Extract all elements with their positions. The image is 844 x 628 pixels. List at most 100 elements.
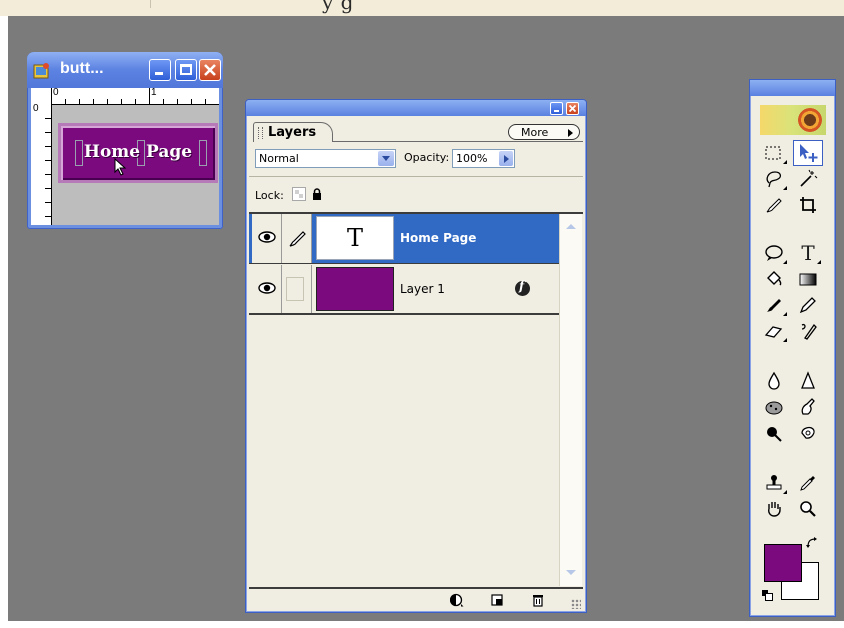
home-page-button-artwork[interactable]: Home Page [58, 123, 218, 183]
ruler-tick [45, 216, 51, 217]
adjustment-layer-icon[interactable] [450, 593, 464, 607]
layers-bottom-toolbar [249, 587, 583, 611]
marquee-tool[interactable] [759, 140, 789, 166]
lock-transparency-checkbox[interactable] [292, 187, 306, 201]
layer-thumbnail-purple [316, 267, 394, 311]
eyedropper-tool[interactable] [793, 470, 823, 496]
eraser-tool[interactable] [759, 318, 789, 344]
opacity-label: Opacity: [404, 151, 450, 164]
close-icon [204, 64, 216, 76]
tab-baseline [333, 141, 583, 142]
move-tool[interactable] [793, 140, 823, 166]
layers-palette[interactable]: Layers More Normal Opacity: 100% Lock: T… [245, 99, 587, 613]
ruler-tick [65, 99, 66, 104]
top-separator [150, 0, 151, 8]
zoom-tool[interactable] [793, 496, 823, 522]
hand-icon [768, 502, 781, 517]
layer-name[interactable]: Home Page [400, 231, 476, 245]
document-canvas-area[interactable]: 0 1 0 Home Page [31, 87, 219, 225]
pencil-tool[interactable] [793, 292, 823, 318]
burn-tool[interactable] [759, 420, 789, 446]
lock-label: Lock: [255, 189, 284, 202]
gradient-tool[interactable] [793, 266, 823, 292]
foreground-color-swatch[interactable] [764, 544, 802, 582]
history-brush-tool[interactable] [793, 318, 823, 344]
sharpen-tool[interactable] [793, 368, 823, 394]
chevron-down-icon[interactable] [378, 151, 394, 166]
ruler-tick [51, 88, 52, 104]
ruler-tick [93, 99, 94, 104]
speech-shape-icon [765, 245, 783, 261]
horizontal-ruler[interactable]: 0 1 [51, 87, 219, 105]
swap-colors-icon[interactable] [806, 537, 818, 549]
layer-link-toggle[interactable] [282, 265, 312, 313]
toolbox-palette[interactable]: T [749, 79, 836, 617]
layer-brush-link-toggle[interactable] [282, 214, 312, 263]
brush-tool[interactable] [759, 292, 789, 318]
lasso-icon [766, 171, 782, 188]
scroll-down-arrow-icon[interactable] [563, 566, 579, 580]
default-colors-icon[interactable] [762, 590, 773, 601]
ruler-tick [135, 99, 136, 104]
layer-effects-icon[interactable] [515, 279, 530, 296]
trash-icon[interactable] [531, 593, 545, 607]
sharpen-icon [801, 371, 815, 389]
palette-minimize-button[interactable] [550, 102, 563, 115]
vertical-ruler[interactable]: 0 [31, 103, 52, 225]
corner-triangle-icon [783, 312, 787, 316]
finger-icon [801, 398, 815, 415]
artboard[interactable]: Home Page [52, 105, 219, 225]
lasso-tool[interactable] [759, 166, 789, 192]
document-window[interactable]: butt... 0 1 0 Home Page [27, 52, 223, 229]
healing-brush-tool[interactable] [759, 192, 789, 218]
shape-tool[interactable] [759, 240, 789, 266]
water-drop-icon [768, 371, 780, 390]
photoshop-logo-icon[interactable] [760, 105, 826, 135]
document-title-bar[interactable]: butt... [27, 52, 223, 88]
type-tool[interactable]: T [793, 240, 823, 266]
ruler-tick [121, 99, 122, 104]
tab-layers-label: Layers [268, 125, 317, 140]
more-options-button[interactable]: More [508, 124, 580, 140]
empty-link-box [286, 277, 304, 301]
new-layer-icon[interactable] [490, 593, 504, 607]
ruler-tick [163, 99, 164, 104]
sponge-tool[interactable] [759, 394, 789, 420]
maximize-button[interactable] [175, 59, 197, 81]
blend-mode-select[interactable]: Normal [255, 149, 396, 168]
magic-wand-tool[interactable] [793, 166, 823, 192]
layer-row-layer-1[interactable]: Layer 1 [249, 265, 559, 315]
layers-scrollbar[interactable] [559, 214, 582, 586]
layer-row-home-page[interactable]: T Home Page [249, 214, 559, 264]
minimize-button[interactable] [149, 59, 171, 81]
ruler-tick [45, 132, 51, 133]
palette-close-button[interactable] [566, 102, 579, 115]
close-button[interactable] [199, 59, 221, 81]
crop-tool[interactable] [793, 192, 823, 218]
hand-tool[interactable] [759, 496, 789, 522]
ruler-left-mark-0: 0 [33, 103, 39, 114]
lock-icon[interactable] [312, 188, 322, 200]
opacity-field[interactable]: 100% [452, 149, 515, 168]
scroll-up-arrow-icon[interactable] [563, 220, 579, 234]
layer-visibility-toggle[interactable] [252, 214, 282, 263]
clone-stamp-tool[interactable] [759, 470, 789, 496]
layers-palette-title-bar[interactable] [246, 100, 586, 116]
paint-bucket-tool[interactable] [759, 266, 789, 292]
tab-layers[interactable]: Layers [253, 122, 333, 142]
corner-triangle-icon [783, 186, 787, 190]
eye-icon [258, 231, 276, 243]
resize-grip-icon[interactable] [571, 599, 581, 609]
ruler-tick [45, 160, 51, 161]
dodge-tool[interactable] [793, 420, 823, 446]
smudge-tool[interactable] [793, 394, 823, 420]
dodge-icon [801, 426, 815, 439]
blur-tool[interactable] [759, 368, 789, 394]
layer-visibility-toggle[interactable] [252, 265, 282, 313]
button-label-text[interactable]: Home Page [61, 142, 215, 162]
opacity-value: 100% [456, 152, 488, 165]
corner-triangle-icon [817, 260, 821, 264]
opacity-slider-toggle[interactable] [499, 151, 513, 166]
toolbox-title-bar[interactable] [750, 80, 835, 96]
layer-name[interactable]: Layer 1 [400, 282, 445, 296]
